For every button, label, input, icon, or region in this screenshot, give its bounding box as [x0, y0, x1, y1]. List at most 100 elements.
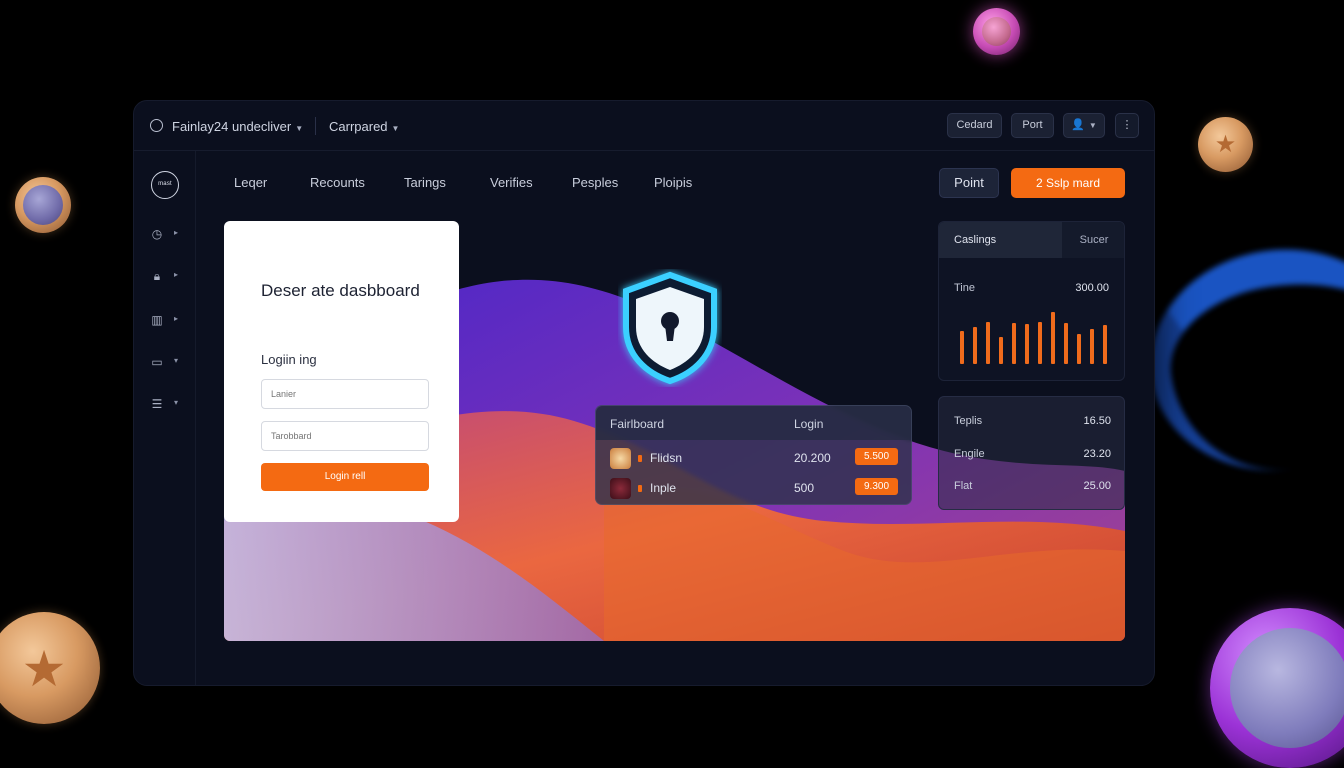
spark-bar: [1064, 323, 1068, 364]
more-button[interactable]: ⋮: [1115, 113, 1139, 138]
status-dot: [638, 455, 642, 462]
bar-sparkline: [960, 310, 1112, 364]
rankings-panel: Caslings Sucer Tine 300.00: [938, 221, 1125, 381]
star-icon: ★: [1214, 131, 1237, 158]
clock-icon: ◷: [151, 227, 163, 241]
tab-sucer[interactable]: Sucer: [1062, 222, 1124, 258]
table-row[interactable]: Inple 500 9.300: [596, 474, 911, 502]
primary-action-button[interactable]: 2 Sslp mard: [1011, 168, 1125, 198]
leaderboard-panel: Fairlboard Login Flidsn 20.200 5.500 Inp…: [595, 405, 912, 505]
spark-bar: [1077, 334, 1081, 364]
rankings-tabs: Caslings Sucer: [939, 222, 1124, 258]
stat-label: Flat: [954, 480, 973, 492]
avatar: [610, 448, 631, 469]
stat-label: Teplis: [954, 415, 983, 427]
avatar: [610, 478, 631, 499]
more-icon: ⋮: [1121, 119, 1133, 131]
nav-link-ploipis[interactable]: Ploipis: [654, 175, 692, 190]
stat-label: Engile: [954, 448, 985, 460]
nav-link-leqer[interactable]: Leqer: [234, 175, 267, 190]
topbar: Fainlay24 undecliver ▼ Carrpared ▼ Cedard …: [134, 101, 1154, 151]
lock-icon: 🔒︎: [153, 269, 161, 283]
score-badge: 5.500: [855, 448, 898, 465]
spark-bar: [999, 337, 1003, 364]
player-score: 20.200: [794, 451, 831, 465]
password-field[interactable]: [261, 421, 429, 451]
chevron-down-icon: ▾: [174, 356, 179, 365]
spark-bar: [1103, 325, 1107, 364]
spark-bar: [1090, 329, 1094, 364]
pink-coin: [973, 8, 1020, 55]
divider: [315, 117, 316, 135]
blue-arc: [1135, 232, 1344, 488]
bronze-coin: ★: [0, 612, 100, 724]
score-badge: 9.300: [855, 478, 898, 495]
point-button[interactable]: Point: [939, 168, 999, 198]
chevron-down-icon: ▼: [295, 124, 304, 133]
login-label: Logiin ing: [261, 352, 317, 367]
nav-link-pesples[interactable]: Pesples: [572, 175, 618, 190]
star-icon: ★: [21, 641, 67, 697]
table-row[interactable]: Flidsn 20.200 5.500: [596, 444, 911, 472]
port-button[interactable]: Port: [1011, 113, 1054, 138]
player-score: 500: [794, 481, 815, 495]
user-icon: 👤: [1071, 119, 1085, 131]
stats-panel: Teplis 16.50 Engile 23.20 Flat 25.00: [938, 396, 1125, 510]
nav-link-recounts[interactable]: Recounts: [310, 175, 365, 190]
column-header: Fairlboard: [610, 417, 665, 431]
filter-icon: ☰: [151, 397, 163, 411]
sidebar-item-filter[interactable]: ☰ ▾: [150, 397, 184, 413]
stat-row: Teplis 16.50: [954, 415, 1111, 431]
player-name: Inple: [650, 481, 677, 495]
card-icon: ▭: [151, 355, 163, 369]
workspace-selector[interactable]: Fainlay24 undecliver ▼: [172, 119, 303, 134]
login-card: Deser ate dasbboard Logiin ing Login rel…: [224, 221, 459, 522]
sidebar-item-columns[interactable]: ▥ ▸: [150, 313, 184, 329]
logo[interactable]: mast: [151, 171, 179, 199]
project-name: Carrpared: [329, 119, 388, 134]
rankings-label: Tine: [954, 282, 975, 294]
cedard-button[interactable]: Cedard: [947, 113, 1002, 138]
chevron-down-icon: ▼: [1088, 121, 1097, 130]
project-selector[interactable]: Carrpared ▼: [329, 119, 399, 134]
user-menu-button[interactable]: 👤 ▼: [1063, 113, 1105, 138]
shield-lock-icon: [623, 271, 717, 385]
purple-coin: [1210, 608, 1344, 768]
spark-bar: [986, 322, 990, 364]
sidebar-item-lock[interactable]: 🔒︎ ▸: [150, 269, 184, 285]
username-field[interactable]: [261, 379, 429, 409]
sidebar-item-card[interactable]: ▭ ▾: [150, 355, 184, 371]
stat-value: 23.20: [1083, 448, 1111, 460]
spark-bar: [960, 331, 964, 364]
spark-bar: [1038, 322, 1042, 364]
nav-link-tarings[interactable]: Tarings: [404, 175, 446, 190]
chevron-right-icon: ▸: [174, 228, 179, 237]
spark-bar: [1051, 312, 1055, 364]
status-dot: [638, 485, 642, 492]
app-window: Fainlay24 undecliver ▼ Carrpared ▼ Cedard …: [133, 100, 1155, 686]
sidebar: mast ◷ ▸ 🔒︎ ▸ ▥ ▸ ▭ ▾ ☰ ▾: [134, 151, 196, 685]
workspace-icon: [150, 119, 163, 132]
chevron-right-icon: ▸: [174, 314, 179, 323]
sidebar-item-clock[interactable]: ◷ ▸: [150, 227, 184, 243]
spark-bar: [1025, 324, 1029, 364]
chevron-down-icon: ▾: [174, 398, 179, 407]
login-title: Deser ate dasbboard: [261, 281, 420, 300]
stat-value: 16.50: [1083, 415, 1111, 427]
nav-link-verifies[interactable]: Verifies: [490, 175, 533, 190]
chevron-right-icon: ▸: [174, 270, 179, 279]
stat-row: Flat 25.00: [954, 480, 1111, 496]
bronze-coin: ★: [1198, 117, 1253, 172]
login-submit-button[interactable]: Login rell: [261, 463, 429, 491]
tab-caslings[interactable]: Caslings: [939, 222, 1062, 258]
chevron-down-icon: ▼: [391, 124, 400, 133]
leaderboard-header: Fairlboard Login: [596, 406, 911, 440]
stat-value: 25.00: [1083, 480, 1111, 492]
player-name: Flidsn: [650, 451, 683, 465]
rankings-value: 300.00: [1075, 282, 1109, 294]
columns-icon: ▥: [151, 313, 163, 327]
workspace-name: Fainlay24 undecliver: [172, 119, 292, 134]
bronze-coin: [15, 177, 71, 233]
stat-row: Engile 23.20: [954, 448, 1111, 464]
column-header: Login: [794, 417, 824, 431]
